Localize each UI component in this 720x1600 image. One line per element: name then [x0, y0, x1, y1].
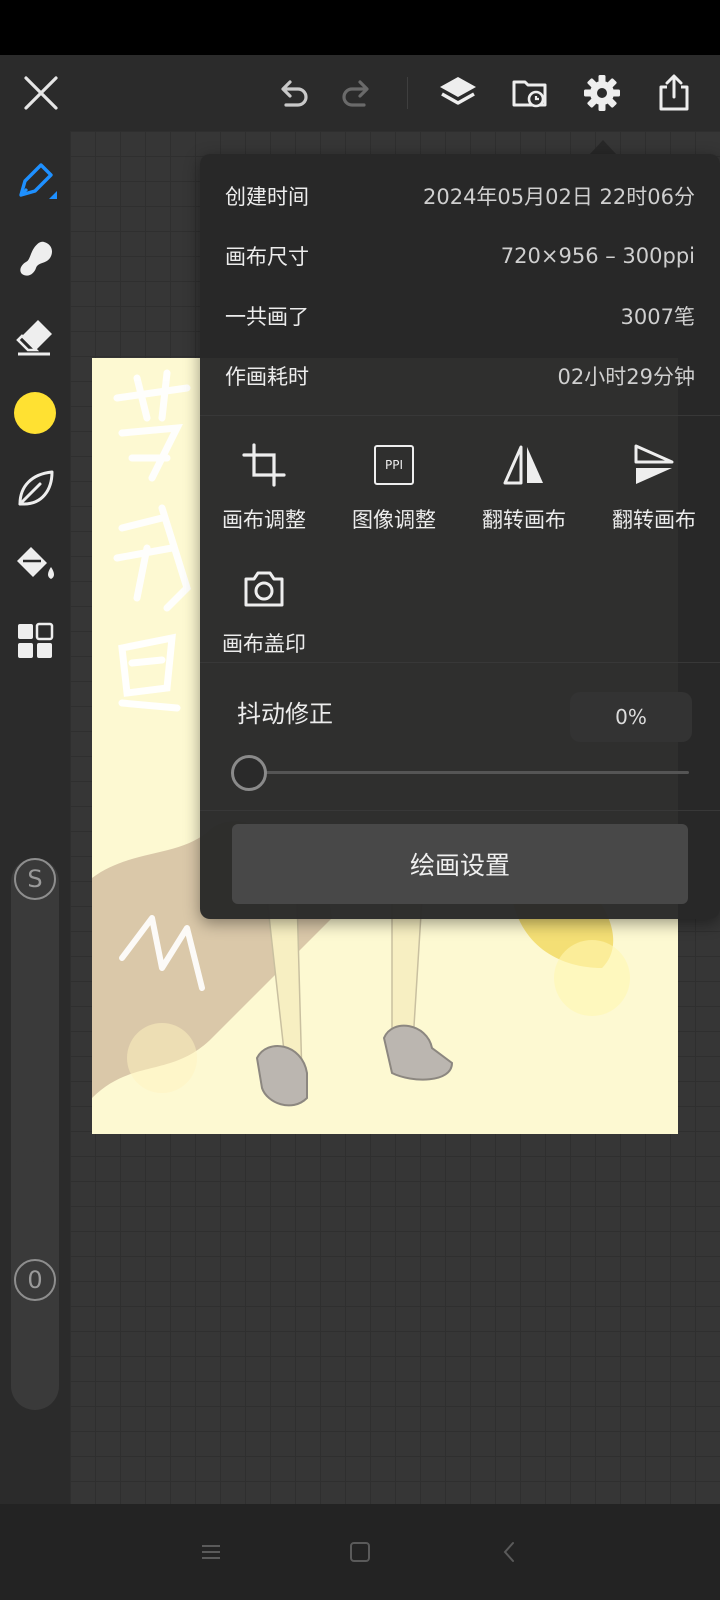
- pen-tool[interactable]: [9, 157, 61, 209]
- info-row-strokes: 一共画了 3007笔: [225, 296, 695, 336]
- drawing-settings-button[interactable]: 绘画设置: [232, 824, 688, 904]
- info-value: 3007笔: [620, 305, 695, 329]
- stabilizer-slider-knob[interactable]: [231, 755, 267, 791]
- info-label: 作画耗时: [225, 365, 309, 389]
- pen-icon: [13, 159, 57, 207]
- canvas-adjust-button[interactable]: 画布调整: [200, 436, 328, 546]
- camera-icon: [239, 564, 289, 614]
- info-label: 一共画了: [225, 305, 309, 329]
- panel-divider: [200, 810, 720, 811]
- flip-horizontal-icon: [499, 440, 549, 490]
- info-row-time: 作画耗时 02小时29分钟: [225, 356, 695, 396]
- status-bar: [0, 0, 720, 55]
- info-label: 创建时间: [225, 185, 309, 209]
- panel-divider: [200, 415, 720, 416]
- brush-opacity-knob[interactable]: 0: [14, 1259, 56, 1301]
- close-icon[interactable]: [13, 55, 69, 131]
- layers-icon[interactable]: [430, 55, 486, 131]
- brush-size-knob[interactable]: S: [14, 858, 56, 900]
- stabilizer-slider-track[interactable]: [249, 771, 689, 774]
- info-value: 720×956 – 300ppi: [500, 244, 695, 268]
- system-nav-bar: [0, 1504, 720, 1600]
- crop-icon: [239, 440, 289, 490]
- popover-arrow: [589, 140, 617, 155]
- back-icon[interactable]: [486, 1528, 534, 1576]
- toolbar-divider: [407, 77, 408, 109]
- info-row-size: 画布尺寸 720×956 – 300ppi: [225, 236, 695, 276]
- info-value: 2024年05月02日 22时06分: [422, 185, 695, 209]
- folder-sync-icon[interactable]: [502, 55, 558, 131]
- stabilizer-value-field[interactable]: 0%: [570, 692, 692, 742]
- color-swatch: [14, 392, 56, 434]
- flip-canvas-vertical-button[interactable]: 翻转画布: [590, 436, 718, 546]
- menu-icon[interactable]: [187, 1528, 235, 1576]
- image-adjust-button[interactable]: PPI 图像调整: [330, 436, 458, 546]
- more-tools[interactable]: [9, 617, 61, 669]
- canvas-stamp-button[interactable]: 画布盖印: [200, 560, 328, 670]
- canvas-settings-panel: 创建时间 2024年05月02日 22时06分 画布尺寸 720×956 – 3…: [200, 154, 720, 919]
- flip-canvas-horizontal-button[interactable]: 翻转画布: [460, 436, 588, 546]
- left-toolbar: S 0: [0, 131, 70, 1504]
- info-row-created: 创建时间 2024年05月02日 22时06分: [225, 176, 695, 216]
- smudge-tool[interactable]: [9, 235, 61, 287]
- color-picker[interactable]: [9, 387, 61, 439]
- smudge-icon: [14, 238, 56, 284]
- top-toolbar: [0, 55, 720, 131]
- stabilizer-label: 抖动修正: [237, 700, 333, 728]
- eraser-tool[interactable]: [9, 313, 61, 365]
- info-value: 02小时29分钟: [557, 365, 695, 389]
- gear-icon[interactable]: [574, 55, 630, 131]
- eraser-icon: [14, 316, 56, 362]
- home-icon[interactable]: [336, 1528, 384, 1576]
- grid-icon: [16, 622, 54, 664]
- share-icon[interactable]: [646, 55, 702, 131]
- brush-library[interactable]: [9, 465, 61, 517]
- panel-divider: [200, 662, 720, 663]
- leaf-icon: [14, 468, 56, 514]
- fill-tool[interactable]: [9, 539, 61, 591]
- ppi-icon: PPI: [369, 440, 419, 490]
- redo-icon[interactable]: [330, 55, 386, 131]
- paint-bucket-icon: [13, 541, 57, 589]
- flip-vertical-icon: [629, 440, 679, 490]
- undo-icon[interactable]: [264, 55, 320, 131]
- info-label: 画布尺寸: [225, 245, 309, 269]
